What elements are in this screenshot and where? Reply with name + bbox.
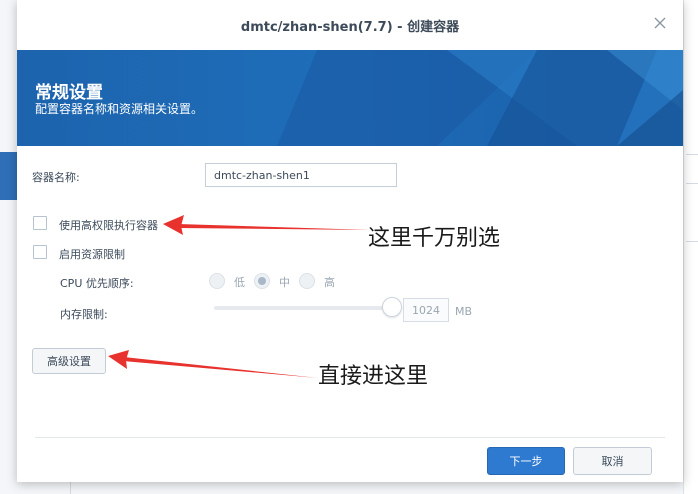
container-name-label: 容器名称: <box>32 171 80 184</box>
privileged-checkbox[interactable] <box>33 216 47 230</box>
background-divider <box>686 154 698 155</box>
close-icon[interactable] <box>653 16 667 30</box>
cpu-priority-low-radio[interactable] <box>209 273 225 289</box>
annotation-privileged-note: 这里千万别选 <box>368 226 501 251</box>
container-name-input[interactable] <box>205 163 397 187</box>
footer-divider <box>35 437 665 438</box>
resource-limit-label: 启用资源限制 <box>59 248 125 261</box>
memory-unit-label: MB <box>455 305 473 318</box>
cpu-priority-low-label: 低 <box>234 276 245 289</box>
cpu-priority-high-radio[interactable] <box>299 273 315 289</box>
background-divider <box>70 482 71 494</box>
privileged-label: 使用高权限执行容器 <box>59 219 158 232</box>
cpu-priority-medium-radio[interactable] <box>254 273 270 289</box>
memory-slider-track[interactable] <box>214 306 394 310</box>
dialog-titlebar: dmtc/zhan-shen(7.7) - 创建容器 <box>17 0 683 50</box>
background-sidebar-highlight <box>0 152 18 200</box>
cpu-priority-medium-label: 中 <box>279 276 290 289</box>
background-divider <box>686 183 698 184</box>
resource-limit-checkbox[interactable] <box>33 245 47 259</box>
cpu-priority-label: CPU 优先顺序: <box>60 277 134 290</box>
memory-limit-label: 内存限制: <box>60 308 108 321</box>
banner-subtitle: 配置容器名称和资源相关设置。 <box>35 102 204 116</box>
advanced-settings-button[interactable]: 高级设置 <box>32 348 106 374</box>
next-button[interactable]: 下一步 <box>487 447 565 475</box>
background-right-panel <box>683 0 698 494</box>
create-container-dialog: dmtc/zhan-shen(7.7) - 创建容器 常规设置 配置容器名称和资… <box>17 0 683 482</box>
banner-decoration <box>277 50 683 146</box>
dialog-title: dmtc/zhan-shen(7.7) - 创建容器 <box>240 19 460 35</box>
cancel-button[interactable]: 取消 <box>573 447 652 475</box>
memory-slider-handle[interactable] <box>382 297 402 317</box>
section-banner: 常规设置 配置容器名称和资源相关设置。 <box>17 50 683 146</box>
memory-limit-input[interactable] <box>403 298 449 322</box>
cpu-priority-high-label: 高 <box>324 276 335 289</box>
annotation-advanced-note: 直接进这里 <box>318 364 429 389</box>
background-divider <box>686 241 698 242</box>
